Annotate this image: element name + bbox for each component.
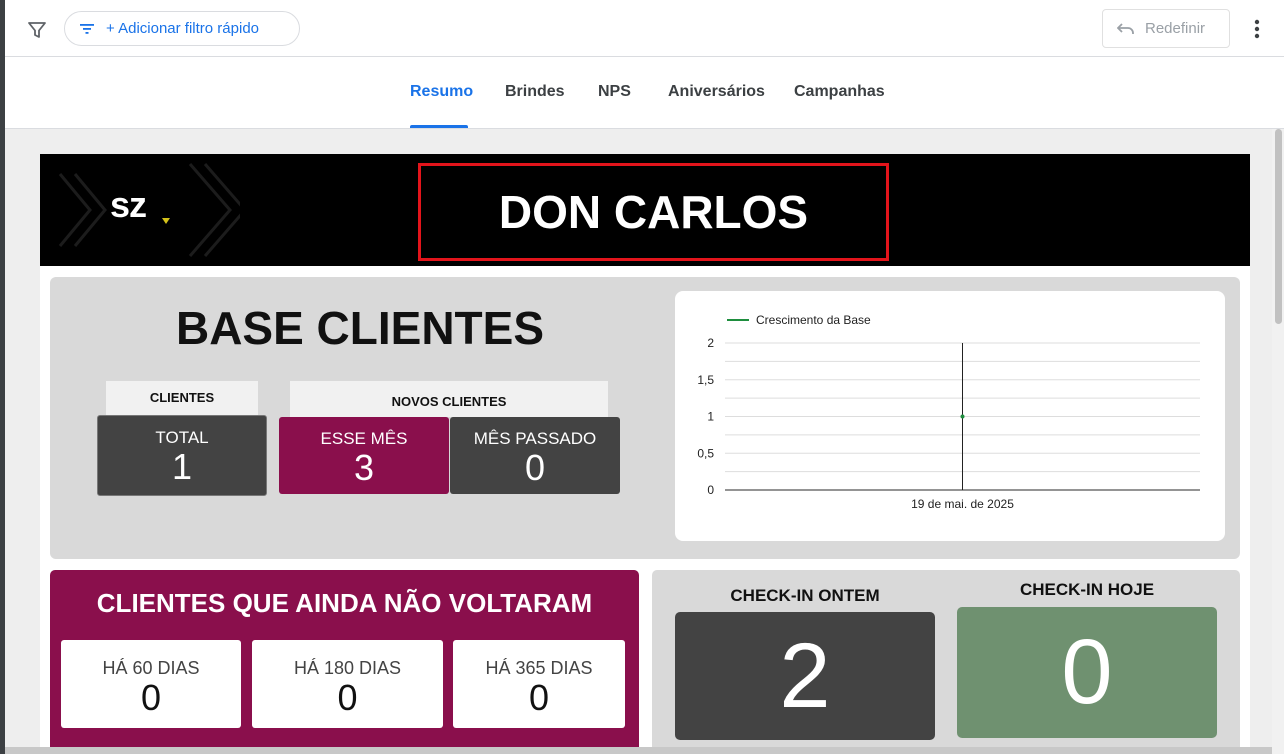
esse-mes-value: 3 xyxy=(353,447,375,488)
not-returned-60-value: 0 xyxy=(140,677,162,718)
reset-label: Redefinir xyxy=(1145,20,1206,37)
not-returned-title: CLIENTES QUE AINDA NÃO VOLTARAM xyxy=(96,588,593,618)
not-returned-60-label: HÁ 60 DIAS xyxy=(102,658,200,678)
toolbar: + Adicionar filtro rápido Redefinir xyxy=(5,0,1284,57)
y-tick-label: 0,5 xyxy=(697,446,714,460)
esse-mes-card: ESSE MÊS 3 xyxy=(279,417,449,494)
tab-nps[interactable]: NPS xyxy=(598,83,631,101)
not-returned-panel: CLIENTES QUE AINDA NÃO VOLTARAM HÁ 60 DI… xyxy=(50,570,639,754)
horizontal-scrollbar[interactable] xyxy=(5,747,1272,754)
tab-resumo[interactable]: Resumo xyxy=(410,83,473,101)
checkin-ontem-value: 2 xyxy=(779,625,831,727)
not-returned-180-label: HÁ 180 DIAS xyxy=(293,658,402,678)
mes-passado-value: 0 xyxy=(524,447,546,488)
checkin-ontem-label: CHECK-IN ONTEM xyxy=(730,586,880,605)
total-label: TOTAL xyxy=(155,428,209,447)
y-tick-label: 1,5 xyxy=(697,373,714,387)
base-clientes-title: BASE CLIENTES xyxy=(175,302,545,354)
y-tick-label: 1 xyxy=(707,410,714,424)
report-canvas: sz DON CARLOS BASE CLIENTES CLIENTES NOV… xyxy=(5,129,1272,754)
checkin-hoje-value: 0 xyxy=(1061,621,1113,723)
mes-passado-card: MÊS PASSADO 0 xyxy=(450,417,620,494)
report-page: sz DON CARLOS BASE CLIENTES CLIENTES NOV… xyxy=(40,154,1250,754)
not-returned-365-value: 0 xyxy=(528,677,550,718)
checkin-panel: CHECK-IN ONTEM 2 CHECK-IN HOJE 0 xyxy=(652,570,1240,754)
base-clientes-panel: BASE CLIENTES CLIENTES NOVOS CLIENTES TO… xyxy=(50,277,1240,559)
vertical-scrollbar[interactable] xyxy=(1272,129,1284,754)
more-vert-icon[interactable] xyxy=(1247,17,1267,41)
novos-clientes-label: NOVOS CLIENTES xyxy=(290,381,608,417)
add-quick-filter-label: + Adicionar filtro rápido xyxy=(106,20,260,37)
base-growth-chart[interactable]: Crescimento da Base 2 1,5 1 0,5 0 19 de mai. d… xyxy=(675,291,1225,541)
legend-label: Crescimento da Base xyxy=(756,313,871,327)
filter-funnel-icon[interactable] xyxy=(25,18,49,42)
total-value: 1 xyxy=(171,446,193,487)
not-returned-365-label: HÁ 365 DIAS xyxy=(485,658,593,678)
store-title: DON CARLOS xyxy=(498,186,809,238)
header-banner: sz DON CARLOS xyxy=(40,154,1250,266)
tab-campanhas[interactable]: Campanhas xyxy=(794,83,885,101)
base-growth-chart-card: Crescimento da Base 2 1,5 1 0,5 0 19 de mai. d… xyxy=(675,291,1225,541)
tab-aniversarios[interactable]: Aniversários xyxy=(668,83,765,101)
store-title-box: DON CARLOS xyxy=(418,163,889,261)
clientes-label: CLIENTES xyxy=(106,381,258,415)
not-returned-60-card: HÁ 60 DIAS 0 xyxy=(61,640,241,728)
page-tabs: Resumo Brindes NPS Aniversários Campanha… xyxy=(5,57,1284,129)
not-returned-180-value: 0 xyxy=(337,677,358,718)
checkin-hoje-card: 0 xyxy=(957,607,1217,738)
mes-passado-label: MÊS PASSADO xyxy=(473,429,597,448)
y-tick-label: 0 xyxy=(707,483,714,497)
total-clientes-card: TOTAL 1 xyxy=(97,415,267,496)
company-logo: sz xyxy=(110,184,147,225)
esse-mes-label: ESSE MÊS xyxy=(320,429,408,448)
report-viewer: + Adicionar filtro rápido Redefinir Resu… xyxy=(0,0,1284,754)
not-returned-365-card: HÁ 365 DIAS 0 xyxy=(453,640,625,728)
checkin-hoje-label: CHECK-IN HOJE xyxy=(1019,580,1155,599)
add-quick-filter-button[interactable]: + Adicionar filtro rápido xyxy=(64,11,300,46)
checkin-ontem-card: 2 xyxy=(675,612,935,740)
scrollbar-thumb[interactable] xyxy=(1275,129,1282,324)
logo-accent-mark xyxy=(162,218,170,224)
undo-icon xyxy=(1117,22,1134,34)
active-tab-indicator xyxy=(410,125,468,128)
not-returned-180-card: HÁ 180 DIAS 0 xyxy=(252,640,443,728)
series-point xyxy=(960,414,965,419)
filter-list-icon xyxy=(80,23,94,34)
y-tick-label: 2 xyxy=(707,336,714,350)
tab-brindes[interactable]: Brindes xyxy=(505,83,565,101)
x-tick-label: 19 de mai. de 2025 xyxy=(911,497,1014,511)
reset-button[interactable]: Redefinir xyxy=(1102,9,1230,48)
